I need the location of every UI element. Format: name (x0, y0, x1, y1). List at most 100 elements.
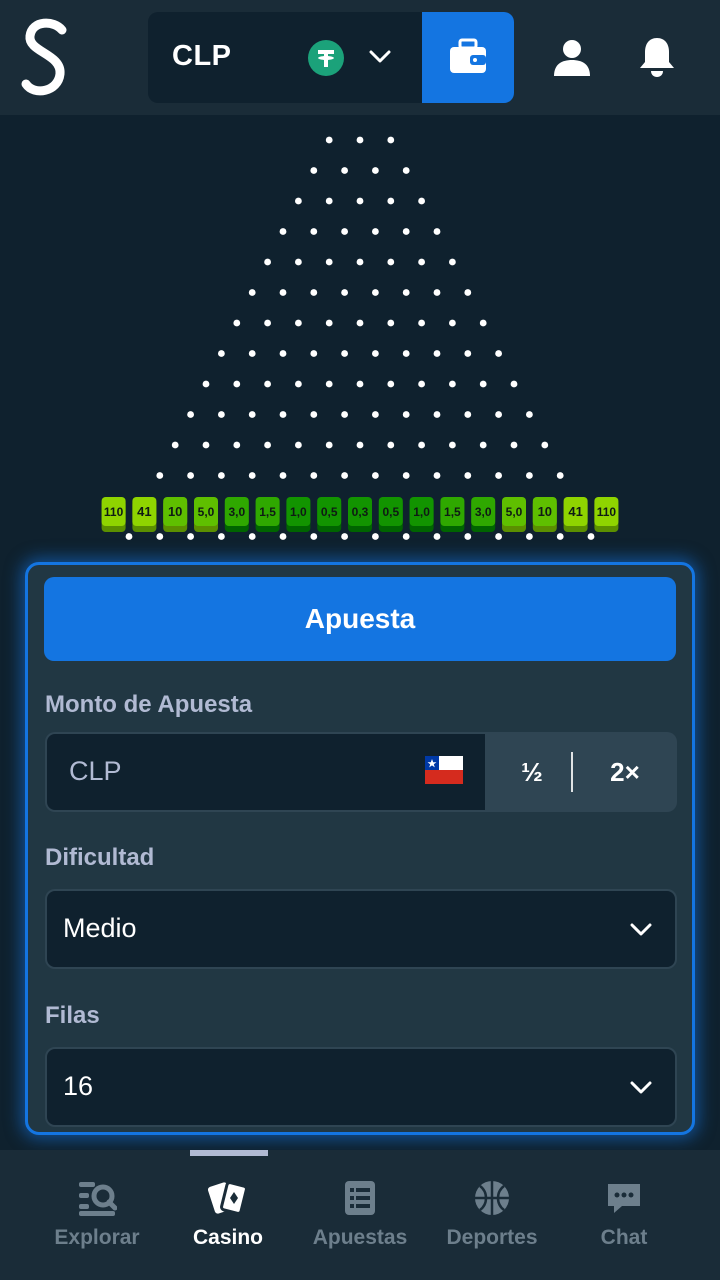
peg (341, 228, 348, 235)
nav-label: Casino (192, 1226, 263, 1249)
peg (187, 472, 195, 479)
multiplier-label: 41 (568, 504, 582, 519)
peg (418, 197, 425, 205)
peg (310, 228, 318, 235)
peg (449, 319, 456, 327)
stake-logo[interactable] (18, 16, 74, 100)
chile-flag-icon (425, 756, 463, 784)
peg (341, 472, 348, 479)
peg (341, 533, 348, 540)
multiplier-label: 41 (137, 504, 151, 519)
peg (418, 441, 425, 449)
bet-button[interactable]: Apuesta (44, 577, 676, 661)
peg (218, 350, 225, 357)
peg (310, 472, 318, 479)
peg (402, 472, 410, 479)
peg (526, 533, 533, 540)
bet-amount-input[interactable]: CLP (47, 734, 485, 810)
peg (325, 380, 333, 388)
user-icon[interactable] (552, 38, 592, 78)
peg (387, 319, 395, 327)
peg (372, 289, 379, 296)
double-amount-button[interactable]: 2× (575, 732, 675, 812)
peg (495, 472, 502, 479)
peg (341, 411, 348, 418)
nav-chat[interactable]: Chat (558, 1150, 690, 1280)
peg (387, 136, 395, 144)
peg (325, 258, 333, 266)
peg (372, 533, 379, 540)
peg (218, 411, 225, 418)
peg (325, 136, 333, 144)
chevron-down-icon[interactable] (368, 48, 392, 66)
peg (218, 533, 225, 540)
peg (433, 350, 441, 357)
nav-label: Explorar (54, 1226, 140, 1249)
peg (510, 380, 518, 388)
multiplier-label: 10 (538, 504, 552, 519)
peg (341, 350, 348, 357)
peg (356, 136, 364, 144)
rows-value: 16 (63, 1071, 94, 1101)
bet-amount-placeholder: CLP (69, 756, 122, 786)
peg (495, 533, 502, 540)
nav-explore[interactable]: Explorar (31, 1150, 163, 1280)
peg (248, 289, 256, 296)
peg (310, 289, 318, 296)
multiplier-slot: 10 (532, 497, 557, 532)
peg (279, 472, 287, 479)
tether-icon (308, 40, 344, 76)
peg (218, 472, 225, 479)
multiplier-label: 110 (104, 505, 124, 519)
multiplier-label: 5,0 (198, 505, 215, 519)
peg (310, 411, 318, 418)
rows-label: Filas (45, 1002, 100, 1029)
multiplier-label: 3,0 (475, 505, 492, 519)
divider (571, 752, 573, 792)
multiplier-slot: 1,0 (286, 497, 311, 532)
sports-icon (475, 1181, 509, 1215)
peg (433, 411, 441, 418)
peg (325, 441, 333, 449)
peg (233, 380, 241, 388)
multiplier-slot: 10 (163, 497, 188, 532)
currency-label[interactable]: CLP (172, 40, 232, 73)
peg (156, 472, 164, 479)
peg (433, 533, 441, 540)
bottom-nav: Explorar Casino Apuestas Deportes Chat (0, 1150, 720, 1280)
multiplier-slot: 110 (594, 497, 619, 532)
peg (402, 228, 410, 235)
multiplier-slot: 41 (132, 497, 157, 532)
bet-amount-group: CLP ½ 2× (45, 732, 677, 812)
multiplier-label: 1,5 (444, 505, 461, 519)
half-amount-button[interactable]: ½ (489, 732, 575, 812)
nav-casino[interactable]: Casino (162, 1150, 294, 1280)
multiplier-label: 1,5 (259, 505, 276, 519)
peg (356, 319, 364, 327)
difficulty-label: Dificultad (45, 844, 155, 871)
peg (356, 258, 364, 266)
peg (295, 380, 302, 388)
bell-icon[interactable] (637, 36, 677, 78)
peg (295, 441, 302, 449)
nav-bets[interactable]: Apuestas (294, 1150, 426, 1280)
rows-select[interactable]: 16 (45, 1047, 677, 1127)
peg (356, 197, 364, 205)
peg (264, 380, 271, 388)
peg (556, 533, 564, 540)
peg (233, 319, 241, 327)
wallet-button[interactable] (422, 12, 514, 103)
multiplier-slot: 1,5 (440, 497, 465, 532)
difficulty-select[interactable]: Medio (45, 889, 677, 969)
peg (526, 472, 533, 479)
peg (202, 380, 210, 388)
bet-panel: Apuesta Monto de Apuesta CLP ½ 2× Dificu… (25, 562, 695, 1135)
multiplier-label: 110 (597, 505, 617, 519)
peg (295, 319, 302, 327)
nav-sports[interactable]: Deportes (426, 1150, 558, 1280)
peg (402, 350, 410, 357)
multiplier-slot: 0,5 (378, 497, 403, 532)
wallet-selector[interactable]: CLP (148, 12, 514, 103)
peg (464, 289, 472, 296)
multiplier-slot: 3,0 (471, 497, 496, 532)
